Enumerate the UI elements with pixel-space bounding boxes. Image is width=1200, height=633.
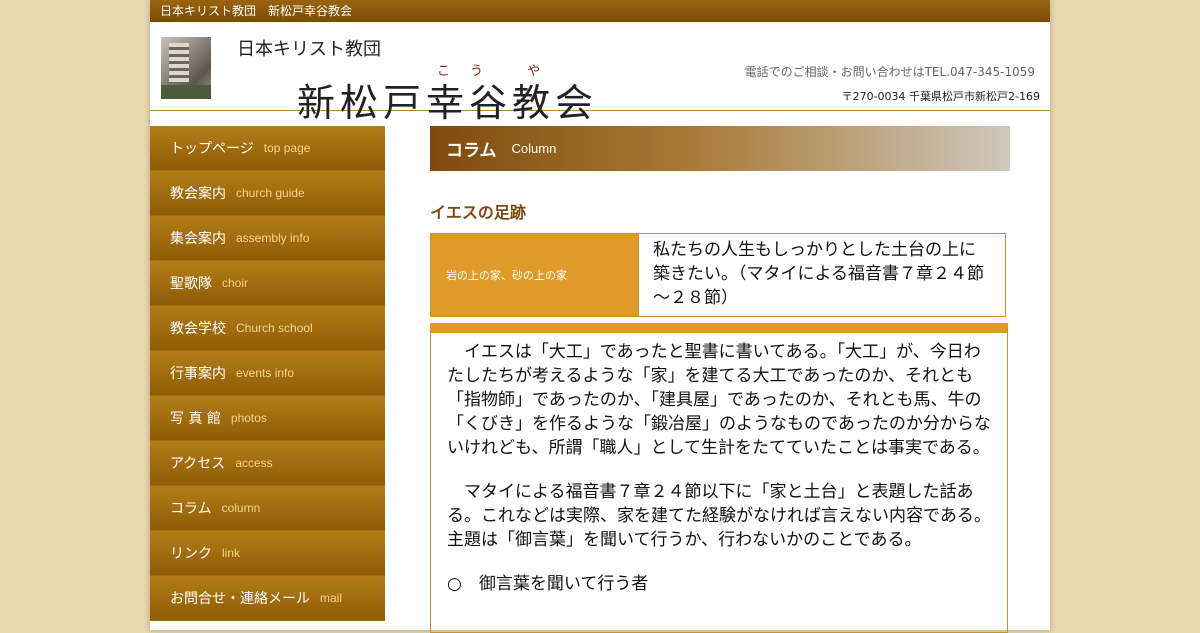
nav-item-sublabel: mail bbox=[320, 591, 343, 605]
nav-item-label: コラム bbox=[170, 501, 212, 517]
nav-item-label: 教会学校 bbox=[170, 321, 226, 337]
sidebar-nav: トップページ top page 教会案内 church guide 集会案内 a… bbox=[150, 126, 385, 621]
nav-item-sublabel: access bbox=[235, 456, 273, 470]
nav-item-column[interactable]: コラム column bbox=[150, 486, 385, 531]
church-name-logo[interactable]: 新松戸幸谷教会 bbox=[297, 72, 598, 127]
article-paragraph: マタイによる福音書７章２４節以下に「家と土台」と表題した話ある。これなどは実際、… bbox=[447, 482, 991, 550]
summary-box: 岩の上の家、砂の上の家 私たちの人生もしっかりとした土台の上に築きたい。（マタイ… bbox=[430, 233, 1006, 317]
article-body: イエスは「大工」であったと聖書に書いてある。「大工」が、今日わたしたちが考えるよ… bbox=[430, 323, 1008, 633]
summary-quote: 私たちの人生もしっかりとした土台の上に築きたい。（マタイによる福音書７章２４節～… bbox=[653, 240, 984, 308]
nav-item-sublabel: top page bbox=[263, 141, 311, 155]
nav-item-sublabel: link bbox=[222, 546, 241, 560]
contact-phone: 電話でのご相談・お問い合わせはTEL.047-345-1059 bbox=[744, 65, 1035, 79]
nav-item-access[interactable]: アクセス access bbox=[150, 441, 385, 486]
nav-item-link[interactable]: リンク link bbox=[150, 531, 385, 576]
nav-item-mail[interactable]: お問合せ・連絡メール mail bbox=[150, 576, 385, 621]
nav-item-events-info[interactable]: 行事案内 events info bbox=[150, 351, 385, 396]
nav-item-label: 教会案内 bbox=[170, 186, 226, 202]
nav-item-sublabel: Church school bbox=[236, 321, 313, 335]
section-title: コラム bbox=[446, 141, 497, 161]
top-bar-title: 日本キリスト教団 新松戸幸谷教会 bbox=[150, 0, 1050, 22]
nav-item-top-page[interactable]: トップページ top page bbox=[150, 126, 385, 171]
page-container: 日本キリスト教団 新松戸幸谷教会 日本キリスト教団 こう や 新松戸幸谷教会 電… bbox=[150, 0, 1050, 633]
nav-item-assembly-info[interactable]: 集会案内 assembly info bbox=[150, 216, 385, 261]
section-subtitle: Column bbox=[511, 141, 557, 156]
nav-item-label: お問合せ・連絡メール bbox=[170, 591, 310, 607]
nav-item-label: トップページ bbox=[170, 141, 254, 157]
article-paragraph: ○ 御言葉を聞いて行う者 bbox=[447, 574, 649, 594]
article-paragraph: イエスは「大工」であったと聖書に書いてある。「大工」が、今日わたしたちが考えるよ… bbox=[447, 342, 991, 458]
article-title: イエスの足跡 bbox=[430, 203, 526, 222]
nav-item-label: リンク bbox=[170, 546, 212, 562]
nav-item-sublabel: events info bbox=[236, 366, 295, 380]
summary-label: 岩の上の家、砂の上の家 bbox=[431, 234, 639, 316]
nav-item-sublabel: column bbox=[221, 501, 261, 515]
church-building-photo[interactable] bbox=[161, 37, 211, 99]
nav-item-label: 写 真 館 bbox=[170, 411, 221, 427]
address: 〒270-0034 千葉県松戸市新松戸2-169 bbox=[841, 90, 1040, 103]
nav-item-sublabel: assembly info bbox=[236, 231, 310, 245]
nav-item-sublabel: choir bbox=[222, 276, 249, 290]
nav-item-church-guide[interactable]: 教会案内 church guide bbox=[150, 171, 385, 216]
nav-item-label: 行事案内 bbox=[170, 366, 226, 382]
nav-item-sublabel: church guide bbox=[236, 186, 305, 200]
nav-item-label: 聖歌隊 bbox=[170, 276, 212, 292]
nav-item-church-school[interactable]: 教会学校 Church school bbox=[150, 306, 385, 351]
section-heading: コラム Column bbox=[430, 126, 1010, 171]
nav-item-label: 集会案内 bbox=[170, 231, 226, 247]
nav-item-sublabel: photos bbox=[230, 411, 267, 425]
org-name: 日本キリスト教団 bbox=[237, 39, 381, 60]
main-content: コラム Column イエスの足跡 岩の上の家、砂の上の家 私たちの人生もしっか… bbox=[430, 126, 1010, 633]
site-header: 日本キリスト教団 こう や 新松戸幸谷教会 電話でのご相談・お問い合わせはTEL… bbox=[150, 22, 1050, 125]
nav-item-label: アクセス bbox=[170, 456, 226, 472]
nav-item-choir[interactable]: 聖歌隊 choir bbox=[150, 261, 385, 306]
nav-item-photos[interactable]: 写 真 館 photos bbox=[150, 396, 385, 441]
